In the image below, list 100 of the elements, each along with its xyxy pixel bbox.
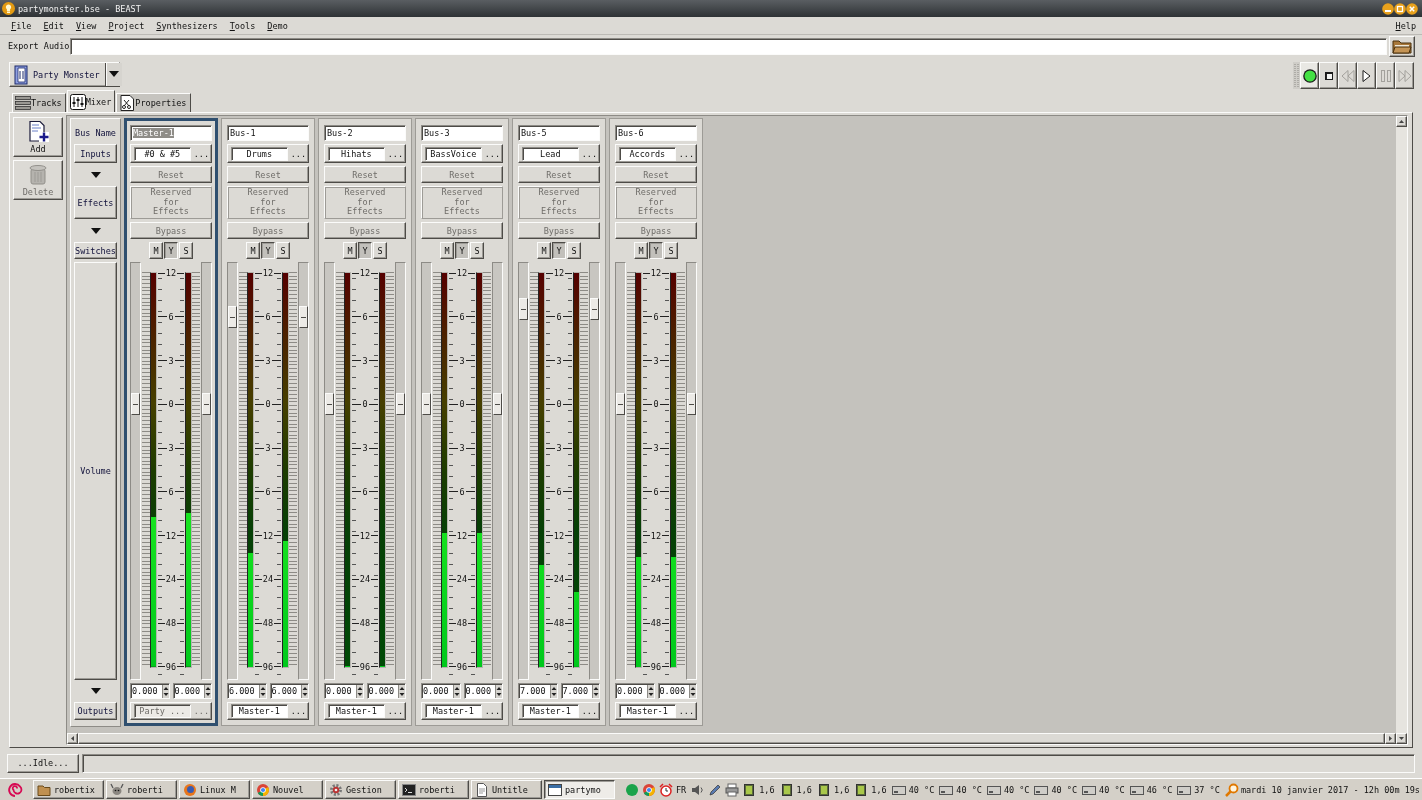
record-button[interactable] xyxy=(1300,62,1319,89)
switch-button[interactable]: S xyxy=(664,242,678,259)
output-selector[interactable]: Master-1 ... xyxy=(518,702,600,720)
input-field[interactable]: Drums xyxy=(231,146,288,161)
section-button[interactable]: Inputs xyxy=(74,144,117,163)
scroll-up-button[interactable] xyxy=(1396,116,1407,127)
spin-arrows-icon[interactable] xyxy=(301,684,308,698)
more-button[interactable]: ... xyxy=(581,706,597,716)
caret-down-icon[interactable] xyxy=(104,63,122,86)
chip-icon[interactable] xyxy=(816,782,831,797)
fader-handle[interactable] xyxy=(519,298,528,321)
spin-arrows-icon[interactable] xyxy=(646,684,654,698)
input-field[interactable]: Accords xyxy=(619,146,676,161)
taskbar-button[interactable]: partymo xyxy=(544,780,615,799)
volume-spinbox[interactable]: 0.000 xyxy=(463,683,503,699)
switch-button[interactable]: M xyxy=(537,242,551,259)
volume-spinbox[interactable]: 0.000 xyxy=(657,683,697,699)
chip-icon[interactable] xyxy=(742,782,757,797)
fader-track[interactable] xyxy=(297,262,309,680)
volume-spinbox[interactable]: 7.000 xyxy=(560,683,600,699)
switch-button[interactable]: Y xyxy=(649,242,663,259)
scroll-left-button[interactable] xyxy=(67,733,78,744)
input-field[interactable]: Lead xyxy=(522,146,579,161)
fader-handle[interactable] xyxy=(201,393,211,416)
switch-button[interactable]: Y xyxy=(552,242,566,259)
fader-handle[interactable] xyxy=(131,393,140,416)
project-selector[interactable]: Party Monster xyxy=(9,62,120,87)
input-selector[interactable]: Accords ... xyxy=(615,144,697,163)
section-button[interactable]: Effects xyxy=(74,186,117,219)
switch-button[interactable]: S xyxy=(567,242,581,259)
output-field[interactable]: Master-1 xyxy=(328,704,385,718)
output-field[interactable]: Master-1 xyxy=(619,704,676,718)
volume-spinbox[interactable]: 0.000 xyxy=(615,683,655,699)
more-button[interactable]: ... xyxy=(581,148,597,159)
switch-button[interactable]: M xyxy=(246,242,260,259)
speaker-icon[interactable] xyxy=(691,782,706,797)
swirl-icon[interactable] xyxy=(7,781,23,798)
switch-button[interactable]: Y xyxy=(358,242,372,259)
tab[interactable]: Tracks xyxy=(12,93,66,112)
output-selector[interactable]: Master-1 ... xyxy=(227,702,309,720)
vertical-scrollbar[interactable] xyxy=(1396,116,1407,744)
close-icon[interactable] xyxy=(1406,2,1418,15)
search-icon[interactable] xyxy=(1224,782,1239,797)
spin-arrows-icon[interactable] xyxy=(258,684,266,698)
input-selector[interactable]: Lead ... xyxy=(518,144,600,163)
output-field[interactable]: Master-1 xyxy=(231,704,288,718)
output-field[interactable]: Master-1 xyxy=(522,704,579,718)
toolbar-button[interactable]: Add xyxy=(13,117,63,157)
fader-track[interactable] xyxy=(518,262,529,680)
export-path-field[interactable] xyxy=(70,37,1387,55)
browse-button[interactable] xyxy=(1389,35,1415,57)
status-dot-icon[interactable] xyxy=(625,782,639,797)
pen-icon[interactable] xyxy=(708,782,723,797)
bus-name-field[interactable]: Bus-1 xyxy=(227,125,309,141)
stop-button[interactable] xyxy=(1319,62,1338,89)
input-field[interactable]: #0 & #5 xyxy=(134,146,191,161)
output-selector[interactable]: Master-1 ... xyxy=(421,702,503,720)
fader-track[interactable] xyxy=(200,262,212,680)
fader-track[interactable] xyxy=(588,262,600,680)
taskbar-button[interactable]: roberti xyxy=(106,780,177,799)
volume-spinbox[interactable]: 0.000 xyxy=(421,683,461,699)
more-button[interactable]: ... xyxy=(484,706,500,716)
color-wheel-icon[interactable] xyxy=(642,782,656,797)
spin-arrows-icon[interactable] xyxy=(689,684,696,698)
taskbar-button[interactable]: Linux M xyxy=(179,780,250,799)
spin-arrows-icon[interactable] xyxy=(161,684,169,698)
more-button[interactable]: ... xyxy=(387,706,403,716)
more-button[interactable]: ... xyxy=(193,148,209,159)
spin-arrows-icon[interactable] xyxy=(398,684,405,698)
fader-handle[interactable] xyxy=(686,393,696,416)
input-selector[interactable]: BassVoice ... xyxy=(421,144,503,163)
switch-button[interactable]: Y xyxy=(164,242,178,259)
fader-track[interactable] xyxy=(227,262,238,680)
taskbar-button[interactable]: Gestion xyxy=(325,780,396,799)
scroll-down-button[interactable] xyxy=(1396,733,1407,744)
input-selector[interactable]: Drums ... xyxy=(227,144,309,163)
volume-spinbox[interactable]: 0.000 xyxy=(172,683,212,699)
volume-spinbox[interactable]: 0.000 xyxy=(324,683,364,699)
fader-track[interactable] xyxy=(394,262,406,680)
fader-track[interactable] xyxy=(324,262,335,680)
fader-track[interactable] xyxy=(130,262,141,680)
spin-arrows-icon[interactable] xyxy=(592,684,599,698)
chip-icon[interactable] xyxy=(779,782,794,797)
printer-icon[interactable] xyxy=(725,782,740,797)
fader-handle[interactable] xyxy=(422,393,431,416)
section-button[interactable]: Switches xyxy=(74,242,117,259)
fader-handle[interactable] xyxy=(395,393,405,416)
fader-handle[interactable] xyxy=(616,393,625,416)
spin-arrows-icon[interactable] xyxy=(452,684,460,698)
more-button[interactable]: ... xyxy=(290,706,306,716)
output-selector[interactable]: Master-1 ... xyxy=(615,702,697,720)
fader-track[interactable] xyxy=(615,262,626,680)
volume-spinbox[interactable]: 6.000 xyxy=(269,683,309,699)
menu-item[interactable]: Help xyxy=(1389,18,1422,33)
menu-item[interactable]: Edit xyxy=(37,18,70,33)
menu-item[interactable]: Project xyxy=(102,18,151,33)
volume-spinbox[interactable]: 0.000 xyxy=(366,683,406,699)
fader-track[interactable] xyxy=(491,262,503,680)
taskbar-button[interactable]: roberti xyxy=(398,780,469,799)
switch-button[interactable]: Y xyxy=(455,242,469,259)
